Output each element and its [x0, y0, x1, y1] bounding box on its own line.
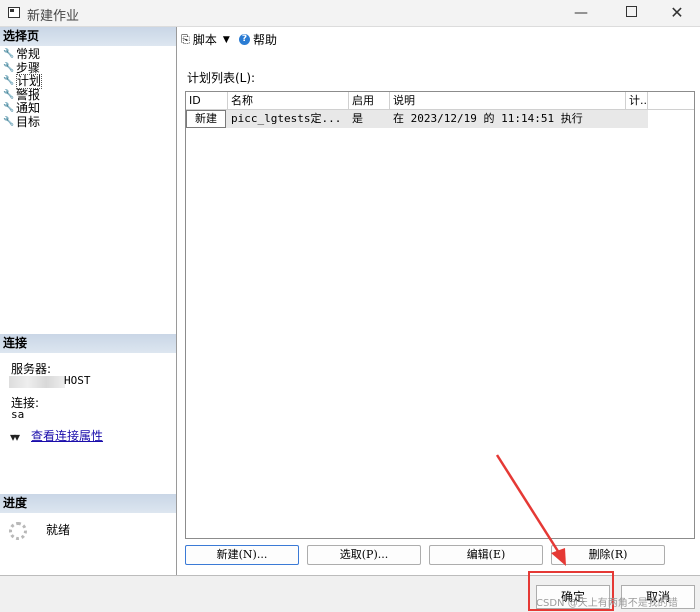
row-enabled-cell: 是 [352, 112, 363, 125]
column-header-name[interactable]: 名称 [228, 92, 349, 109]
script-dropdown[interactable]: ⎘ 脚本 ▼ [181, 31, 233, 48]
close-button[interactable]: ✕ [654, 2, 700, 24]
wrench-icon: 🔧 [3, 62, 15, 73]
script-icon: ⎘ [181, 32, 190, 46]
help-icon: ? [239, 34, 250, 45]
progress-spinner-icon [9, 522, 27, 540]
nav-item-general[interactable]: 🔧 常规 [3, 48, 42, 62]
toolbar: ⎘ 脚本 ▼ ? 帮助 [177, 27, 700, 51]
nav-item-targets[interactable]: 🔧 目标 [3, 114, 42, 130]
connection-value: sa [11, 408, 25, 421]
wrench-icon: 🔧 [3, 89, 15, 100]
column-header-description[interactable]: 说明 [390, 92, 626, 109]
new-schedule-button[interactable]: 新建(N)... [185, 545, 299, 565]
nav-item-label: 步骤 [16, 60, 41, 75]
page-nav-list: 🔧 常规 🔧 步骤 🔧 计划 🔧 警报 🔧 通知 🔧 目标 [3, 48, 43, 130]
maximize-icon [625, 6, 637, 17]
app-window-icon [8, 7, 20, 18]
server-value: HOST [64, 374, 91, 387]
redacted-server-name [9, 376, 65, 388]
chevron-down-icon: ▼ [222, 34, 230, 45]
maximize-button[interactable] [608, 2, 654, 24]
wrench-icon: 🔧 [3, 49, 15, 60]
nav-item-label: 计划 [16, 74, 43, 90]
view-connection-properties-link[interactable]: 查看连接属性 [31, 427, 103, 444]
window-title: 新建作业 [27, 9, 80, 24]
help-button[interactable]: ? 帮助 [239, 31, 277, 48]
wrench-icon: 🔧 [3, 76, 15, 87]
schedule-list-label: 计划列表(L): [187, 71, 256, 85]
delete-schedule-button[interactable]: 删除(R) [551, 545, 665, 565]
edit-schedule-button[interactable]: 编辑(E) [429, 545, 543, 565]
row-name-cell: picc_lgtests定... [231, 112, 342, 125]
server-label: 服务器: [11, 362, 52, 376]
watermark: CSDN @天上有两角不是我的错 [536, 598, 678, 609]
minimize-button[interactable]: — [558, 2, 604, 24]
grid-header: ID 名称 启用 说明 计.. [186, 92, 694, 110]
help-label: 帮助 [253, 33, 278, 47]
right-panel: ⎘ 脚本 ▼ ? 帮助 计划列表(L): ID 名称 启用 说明 计.. 新建 … [177, 27, 700, 575]
nav-item-alerts[interactable]: 🔧 警报 [3, 87, 42, 103]
column-header-schedule[interactable]: 计.. [626, 92, 648, 109]
nav-item-label: 警报 [16, 87, 41, 102]
nav-item-label: 通知 [16, 101, 41, 116]
title-bar: 新建作业 — ✕ [0, 0, 700, 27]
connection-properties-icon: ▾▾ [10, 430, 20, 444]
nav-item-steps[interactable]: 🔧 步骤 [3, 60, 42, 76]
select-page-header: 选择页 [0, 27, 176, 46]
nav-item-notifications[interactable]: 🔧 通知 [3, 102, 42, 116]
nav-item-label: 目标 [16, 114, 41, 129]
row-id-cell[interactable]: 新建 [186, 110, 226, 128]
column-header-enabled[interactable]: 启用 [349, 92, 390, 109]
row-description-cell: 在 2023/12/19 的 11:14:51 执行 [393, 112, 583, 125]
script-label: 脚本 [192, 33, 217, 47]
nav-item-label: 常规 [16, 47, 41, 62]
left-panel: 选择页 🔧 常规 🔧 步骤 🔧 计划 🔧 警报 🔧 通知 🔧 目标 连接 服务器: HOST… [0, 27, 177, 575]
wrench-icon: 🔧 [3, 116, 15, 127]
table-row[interactable]: 新建 picc_lgtests定... 是 在 2023/12/19 的 11:… [186, 110, 648, 128]
schedule-grid[interactable]: ID 名称 启用 说明 计.. 新建 picc_lgtests定... 是 在 … [185, 91, 695, 539]
pick-schedule-button[interactable]: 选取(P)... [307, 545, 421, 565]
progress-header: 进度 [0, 494, 176, 513]
progress-status: 就绪 [46, 523, 71, 537]
column-header-id[interactable]: ID [186, 92, 228, 109]
wrench-icon: 🔧 [3, 103, 15, 114]
nav-item-schedules[interactable]: 🔧 计划 [3, 74, 43, 90]
connection-header: 连接 [0, 334, 176, 353]
